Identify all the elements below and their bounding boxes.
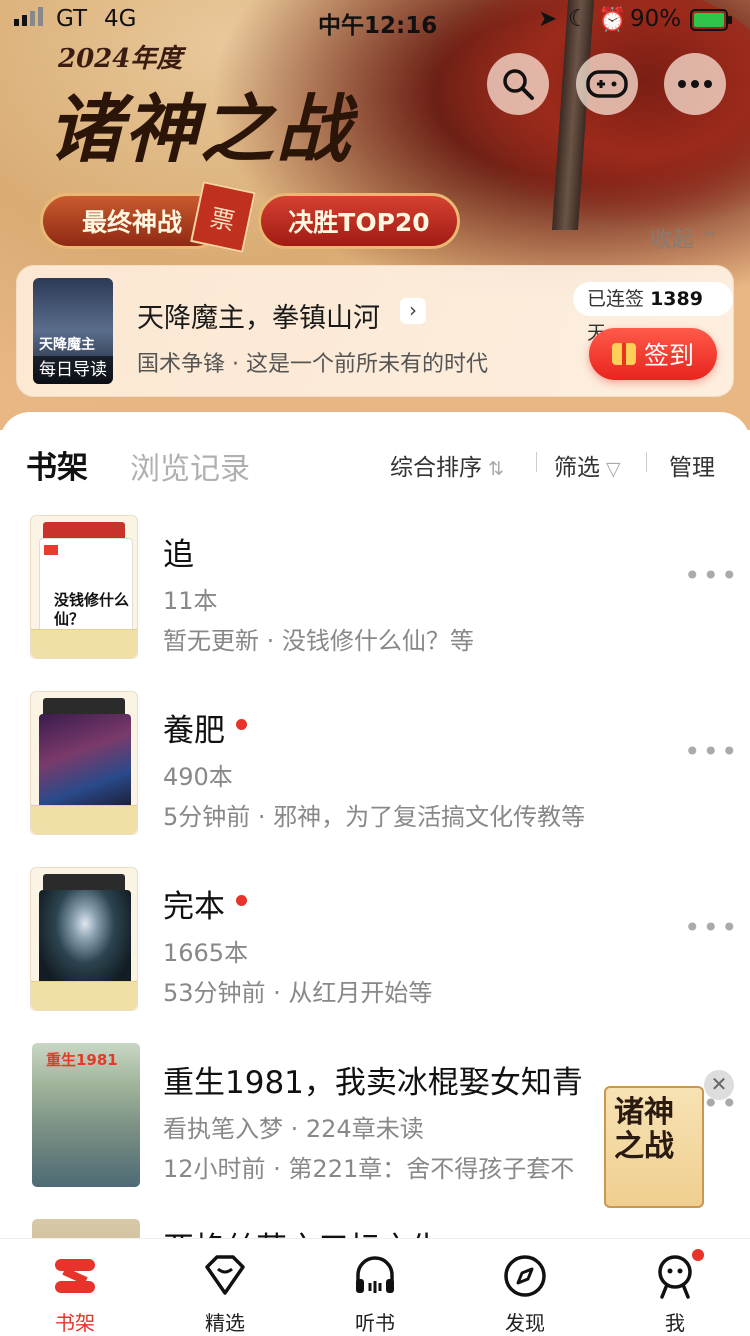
chevron-right-icon[interactable]: › [400, 298, 426, 324]
row-title: 養肥 [163, 713, 225, 749]
book-cover-text: 重生1981 [46, 1051, 118, 1069]
tab-label: 发现 [505, 1311, 545, 1335]
clock: 中午12:16 [318, 13, 438, 39]
row-latest: 5分钟前 · 邪神，为了复活搞文化传教等 [163, 803, 586, 831]
gift-icon [611, 343, 636, 365]
row-title: 重生1981，我卖冰棍娶女知青 [163, 1065, 583, 1101]
sort-label: 综合排序 [390, 455, 482, 481]
network: 4G [104, 6, 137, 32]
battery-icon [690, 9, 734, 37]
tab-label: 精选 [205, 1311, 245, 1335]
folder-cover: 没钱修什么仙？ [30, 515, 138, 659]
bookshelf-icon [55, 1259, 95, 1293]
more-button[interactable] [664, 53, 726, 115]
divider [646, 452, 647, 472]
tab-label: 我 [665, 1311, 685, 1335]
more-icon [678, 80, 712, 88]
signal-icon [14, 6, 48, 34]
top20-button[interactable]: 决胜TOP20 [258, 193, 460, 249]
close-icon[interactable]: ✕ [704, 1070, 734, 1100]
chevron-up-icon: ⌃ [701, 228, 720, 253]
row-count: 1665本 [163, 939, 249, 967]
folder-cover-text: 没钱修什么仙？ [54, 591, 130, 628]
compass-icon [504, 1255, 546, 1297]
row-more-icon[interactable]: ••• [684, 559, 740, 592]
carrier: GT [56, 6, 88, 32]
moon-icon: ☾ [568, 6, 589, 32]
tab-label: 听书 [355, 1311, 395, 1335]
floating-event-ad[interactable]: 诸神之战 [596, 1082, 710, 1212]
filter-button[interactable]: 筛选 ▽ [554, 448, 621, 482]
tab-history[interactable]: 浏览记录 [130, 444, 250, 488]
unread-dot [236, 719, 247, 730]
tab-label: 书架 [55, 1311, 95, 1335]
collapse-link[interactable]: 收起 ⌃ [650, 222, 719, 254]
tab-bookshelf[interactable]: 书架 [26, 442, 88, 487]
streak-days: 1389 [650, 288, 703, 310]
tab-audiobook-nav[interactable]: 听书 [300, 1239, 450, 1335]
row-latest: 53分钟前 · 从红月开始等 [163, 979, 433, 1007]
collapse-label: 收起 [650, 228, 695, 253]
row-latest: 12小时前 · 第221章：舍不得孩子套不 [163, 1155, 575, 1183]
divider [536, 452, 537, 472]
float-ad-title: 诸神之战 [614, 1095, 674, 1164]
folder-cover [30, 691, 138, 835]
daily-book-subtitle: 国术争锋 · 这是一个前所未有的时代 [137, 352, 488, 377]
unread-dot [236, 895, 247, 906]
banner-title: 诸神之战 [48, 87, 352, 173]
shelf-group-row[interactable]: 没钱修什么仙？ 追 11本 暂无更新 · 没钱修什么仙？等 ••• [0, 515, 750, 691]
gamepad-icon [586, 70, 628, 98]
tab-me-nav[interactable]: 我 [600, 1239, 750, 1335]
sign-in-label: 签到 [643, 341, 694, 370]
event-banner[interactable]: GT 4G 中午12:16 ➤ ☾ ⏰ 90% 2024年度 诸神之战 最终神战… [0, 0, 750, 430]
folder-cover [30, 867, 138, 1011]
row-count: 490本 [163, 763, 233, 791]
shelf-group-row[interactable]: 養肥 490本 5分钟前 · 邪神，为了复活搞文化传教等 ••• [0, 691, 750, 867]
row-title: 追 [163, 537, 194, 573]
battery-percent: 90% [630, 6, 682, 32]
headphones-icon [356, 1256, 394, 1293]
daily-tag: 每日导读 [33, 356, 113, 384]
ticket-seal: 票 [190, 181, 256, 253]
profile-icon [658, 1255, 692, 1299]
shelf-group-row[interactable]: 完本 1665本 53分钟前 · 从红月开始等 ••• [0, 867, 750, 1043]
notification-badge [692, 1249, 704, 1261]
filter-label: 筛选 [554, 455, 600, 481]
tab-bookshelf-nav[interactable]: 书架 [0, 1239, 150, 1335]
game-button[interactable] [576, 53, 638, 115]
sign-streak: 已连签 1389 天 [573, 282, 733, 344]
streak-prefix: 已连签 [587, 288, 645, 310]
row-more-icon[interactable]: ••• [684, 735, 740, 768]
search-button[interactable] [487, 53, 549, 115]
daily-book-cover[interactable]: 天降魔主 每日导读 [33, 278, 113, 384]
sort-icon: ⇅ [482, 458, 504, 480]
row-latest: 暂无更新 · 没钱修什么仙？等 [163, 627, 474, 655]
daily-book-title[interactable]: 天降魔主，拳镇山河 [137, 296, 380, 335]
book-cover: 重生1981 [32, 1043, 140, 1187]
row-title: 完本 [163, 889, 225, 925]
tab-discover-nav[interactable]: 发现 [450, 1239, 600, 1335]
location-icon: ➤ [538, 6, 558, 32]
alarm-icon: ⏰ [598, 7, 627, 33]
diamond-icon [205, 1255, 245, 1295]
row-author: 看执笔入梦 · 224章未读 [163, 1115, 424, 1143]
bottom-tab-bar: 书架 精选 听书 发现 我 [0, 1238, 750, 1335]
daily-cover-title: 天降魔主 [39, 337, 95, 353]
sign-in-button[interactable]: 签到 [589, 328, 717, 380]
row-count: 11本 [163, 587, 218, 615]
status-bar: GT 4G 中午12:16 ➤ ☾ ⏰ 90% [0, 0, 750, 40]
filter-icon: ▽ [600, 458, 621, 480]
row-more-icon[interactable]: ••• [684, 911, 740, 944]
sort-button[interactable]: 综合排序 ⇅ [390, 448, 504, 482]
search-icon [503, 69, 534, 100]
manage-button[interactable]: 管理 [669, 448, 715, 482]
daily-read-card[interactable]: 天降魔主 每日导读 天降魔主，拳镇山河 › 国术争锋 · 这是一个前所未有的时代… [16, 265, 734, 397]
tab-featured-nav[interactable]: 精选 [150, 1239, 300, 1335]
